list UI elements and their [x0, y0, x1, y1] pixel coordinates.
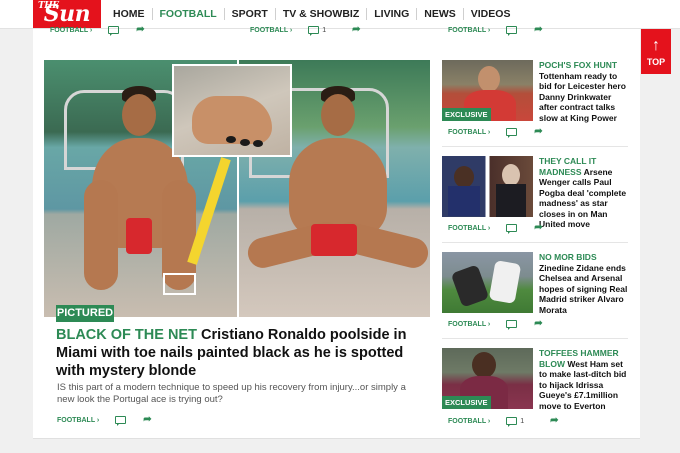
side-story-meta: FOOTBALL ➦: [448, 222, 543, 234]
comments-link[interactable]: 1: [506, 417, 536, 427]
side-story: THEY CALL IT MADNESS Arsene Wenger calls…: [442, 156, 632, 246]
main-standfirst: IS this part of a modern technique to sp…: [57, 382, 406, 405]
share-icon[interactable]: ➦: [534, 25, 542, 35]
section-link[interactable]: FOOTBALL: [448, 27, 490, 34]
section-link[interactable]: FOOTBALL: [448, 225, 490, 232]
bottom-divider: [33, 438, 640, 439]
comment-icon: [506, 320, 518, 330]
prev-row-meta-1: FOOTBALL ➦: [50, 24, 145, 36]
main-story-image[interactable]: [44, 60, 430, 317]
nav-tv-showbiz[interactable]: TV & SHOWBIZ: [274, 8, 366, 20]
side-divider: [442, 338, 628, 339]
comment-icon: [108, 26, 120, 36]
section-link[interactable]: FOOTBALL: [250, 27, 292, 34]
side-headline-text: Tottenham ready to bid for Leicester her…: [539, 70, 626, 123]
exclusive-badge: EXCLUSIVE: [442, 396, 491, 409]
arrow-up-icon: ↑: [652, 37, 660, 54]
pictured-badge: PICTURED: [56, 305, 114, 322]
comment-icon: [506, 128, 518, 138]
side-divider: [442, 146, 628, 147]
side-story-image[interactable]: EXCLUSIVE: [442, 348, 533, 409]
share-icon[interactable]: ➦: [534, 223, 542, 233]
nav-living[interactable]: LIVING: [366, 8, 416, 20]
headline-kicker: BLACK OF THE NET: [56, 327, 197, 343]
share-icon[interactable]: ➦: [534, 127, 542, 137]
logo-the: THE: [38, 1, 59, 11]
comments-link[interactable]: [506, 128, 520, 138]
side-kicker: NO MOR BIDS: [539, 252, 597, 262]
section-link[interactable]: FOOTBALL: [448, 321, 490, 328]
nav-videos[interactable]: VIDEOS: [462, 8, 518, 20]
comment-count: 1: [322, 26, 327, 34]
section-link[interactable]: FOOTBALL: [448, 129, 490, 136]
main-story-meta: FOOTBALL ➦: [57, 414, 152, 426]
side-kicker: POCH'S FOX HUNT: [539, 60, 618, 70]
share-icon[interactable]: ➦: [534, 319, 542, 329]
side-headline-text: Zinedine Zidane ends Chelsea and Arsenal…: [539, 262, 628, 315]
comment-count: 1: [520, 417, 525, 425]
share-icon[interactable]: ➦: [136, 25, 144, 35]
back-to-top-button[interactable]: ↑ TOP: [641, 29, 671, 74]
nav-sport[interactable]: SPORT: [223, 8, 275, 20]
side-story-headline[interactable]: POCH'S FOX HUNT Tottenham ready to bid f…: [539, 60, 629, 123]
side-story-image[interactable]: EXCLUSIVE: [442, 60, 533, 121]
comment-icon: [506, 224, 518, 234]
prev-row-meta-3: FOOTBALL ➦: [448, 24, 543, 36]
side-story-image[interactable]: [442, 252, 533, 313]
side-story-meta: FOOTBALL 1 ➦: [448, 415, 559, 427]
main-headline[interactable]: BLACK OF THE NET Cristiano Ronaldo pools…: [56, 326, 416, 380]
zoom-inset: [172, 64, 292, 157]
side-divider: [442, 242, 628, 243]
side-story: NO MOR BIDS Zinedine Zidane ends Chelsea…: [442, 252, 632, 342]
side-story-headline[interactable]: NO MOR BIDS Zinedine Zidane ends Chelsea…: [539, 252, 629, 315]
comments-link[interactable]: [506, 26, 520, 36]
nav-football[interactable]: FOOTBALL: [151, 8, 224, 20]
share-icon[interactable]: ➦: [352, 25, 360, 35]
side-story-image[interactable]: [442, 156, 533, 217]
highlight-box: [163, 273, 196, 295]
share-icon[interactable]: ➦: [143, 415, 151, 425]
section-link[interactable]: FOOTBALL: [448, 418, 490, 425]
share-icon[interactable]: ➦: [550, 416, 558, 426]
prev-row-meta-2: FOOTBALL 1 ➦: [250, 24, 361, 36]
comments-link[interactable]: [108, 26, 122, 36]
side-story: EXCLUSIVE TOFFEES HAMMER BLOW West Ham s…: [442, 348, 632, 438]
comment-icon: [115, 416, 127, 426]
side-story-meta: FOOTBALL ➦: [448, 126, 543, 138]
comment-icon: [308, 26, 320, 36]
exclusive-badge: EXCLUSIVE: [442, 108, 491, 121]
comments-link[interactable]: [115, 416, 129, 426]
comment-icon: [506, 26, 518, 36]
comment-icon: [506, 417, 518, 427]
comments-link[interactable]: 1: [308, 26, 338, 36]
side-story-headline[interactable]: TOFFEES HAMMER BLOW West Ham set to make…: [539, 348, 629, 411]
comments-link[interactable]: [506, 320, 520, 330]
section-link[interactable]: FOOTBALL: [57, 417, 99, 424]
nav-news[interactable]: NEWS: [416, 8, 463, 20]
nav-home[interactable]: HOME: [106, 8, 152, 20]
top-label: TOP: [646, 57, 666, 67]
section-link[interactable]: FOOTBALL: [50, 27, 92, 34]
comments-link[interactable]: [506, 224, 520, 234]
side-story: EXCLUSIVE POCH'S FOX HUNT Tottenham read…: [442, 60, 632, 150]
side-story-headline[interactable]: THEY CALL IT MADNESS Arsene Wenger calls…: [539, 156, 629, 230]
side-story-meta: FOOTBALL ➦: [448, 318, 543, 330]
